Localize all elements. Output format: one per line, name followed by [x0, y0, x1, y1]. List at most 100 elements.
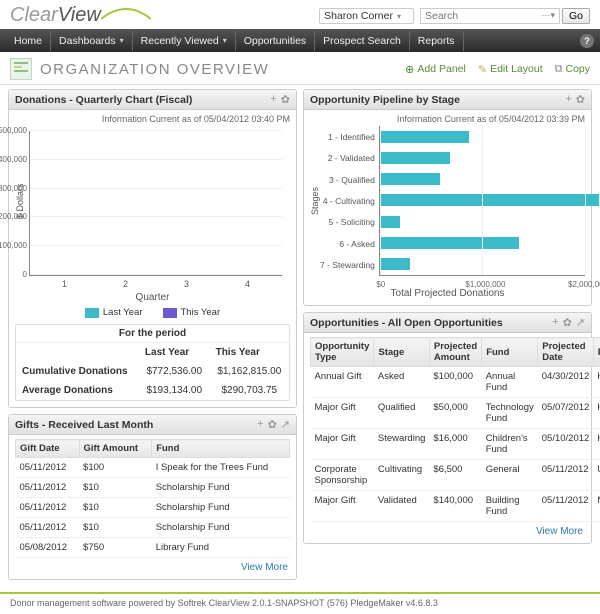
- dashboard: Donations - Quarterly Chart (Fiscal) +✿ …: [0, 85, 600, 584]
- nav-home[interactable]: Home: [6, 31, 51, 51]
- col-stage[interactable]: Stage: [374, 338, 430, 367]
- donations-chart: $ Dollars 0100,000200,000300,000400,0005…: [15, 126, 290, 276]
- nav-dashboards[interactable]: Dashboards▾: [51, 31, 133, 51]
- gear-icon[interactable]: ✿: [576, 93, 585, 106]
- brand-part-2: View: [58, 4, 101, 27]
- footer-rule: [0, 592, 600, 594]
- table-row: Last YearThis Year: [16, 343, 289, 362]
- panel-open-opportunities: Opportunities - All Open Opportunities +…: [303, 312, 592, 544]
- search-box[interactable]: ⋯▾: [420, 8, 560, 24]
- chart-plot: 0100,000200,000300,000400,000500,0001234: [29, 131, 282, 276]
- chevron-down-icon: ▾: [120, 36, 124, 45]
- col-fund[interactable]: Fund: [152, 440, 290, 458]
- info-current: Information Current as of 05/04/2012 03:…: [310, 114, 585, 124]
- pencil-icon: ✎: [478, 63, 487, 76]
- legend-last-year: Last Year: [85, 307, 143, 318]
- panel-pipeline: Opportunity Pipeline by Stage + ✿ Informa…: [303, 89, 592, 306]
- summary-period: For the period: [16, 325, 289, 343]
- help-icon[interactable]: ?: [580, 34, 594, 48]
- col-amount[interactable]: Projected Amount: [429, 338, 481, 367]
- nav-opportunities[interactable]: Opportunities: [236, 31, 315, 51]
- table-row[interactable]: 05/08/2012$750Library Fund: [16, 538, 290, 558]
- chevron-down-icon: ▾: [223, 36, 227, 45]
- header-controls: Sharon Corner ⋯▾ Go: [319, 8, 590, 24]
- table-row[interactable]: Major GiftQualified$50,000Technology Fun…: [311, 398, 600, 429]
- left-column: Donations - Quarterly Chart (Fiscal) +✿ …: [8, 89, 297, 580]
- panel-title: Opportunity Pipeline by Stage: [310, 94, 565, 106]
- col-fund[interactable]: Fund: [482, 338, 538, 367]
- panel-title: Donations - Quarterly Chart (Fiscal): [15, 94, 270, 106]
- page-title-bar: ORGANIZATION OVERVIEW ⊕Add Panel ✎Edit L…: [0, 52, 600, 85]
- go-button[interactable]: Go: [562, 8, 590, 24]
- add-icon[interactable]: +: [552, 316, 558, 329]
- table-row[interactable]: 05/11/2012$10Scholarship Fund: [16, 478, 290, 498]
- panel-title: Gifts - Received Last Month: [15, 419, 257, 431]
- edit-layout-button[interactable]: ✎Edit Layout: [478, 63, 543, 76]
- main-nav: Home Dashboards▾ Recently Viewed▾ Opport…: [0, 29, 600, 52]
- add-icon[interactable]: +: [270, 93, 276, 106]
- gear-icon[interactable]: ✿: [281, 93, 290, 106]
- y-axis-label: $ Dollars: [15, 126, 25, 276]
- arrow-icon[interactable]: ↗: [576, 316, 585, 329]
- overview-icon: [10, 58, 32, 80]
- panel-header: Opportunities - All Open Opportunities +…: [304, 313, 591, 333]
- view-more-link[interactable]: View More: [310, 522, 585, 537]
- table-row[interactable]: Corporate SponsorshipCultivating$6,500Ge…: [311, 460, 600, 491]
- col-gift-date[interactable]: Gift Date: [16, 440, 80, 458]
- table-row[interactable]: 05/11/2012$10Scholarship Fund: [16, 498, 290, 518]
- brand-logo: ClearView: [10, 4, 151, 27]
- page-title: ORGANIZATION OVERVIEW: [40, 61, 269, 78]
- user-name: Sharon Corner: [324, 10, 393, 22]
- table-row[interactable]: Major GiftValidated$140,000Building Fund…: [311, 491, 600, 522]
- add-icon[interactable]: +: [257, 418, 263, 431]
- search-wrap: ⋯▾ Go: [420, 8, 590, 24]
- y-axis-label: Stages: [310, 187, 320, 215]
- panel-header: Gifts - Received Last Month + ✿ ↗: [9, 415, 296, 435]
- panel-header: Donations - Quarterly Chart (Fiscal) + ✿: [9, 90, 296, 110]
- table-row[interactable]: Annual GiftAsked$100,000Annual Fund04/30…: [311, 367, 600, 398]
- col-gift-amount[interactable]: Gift Amount: [79, 440, 152, 458]
- plus-icon: ⊕: [405, 63, 414, 76]
- x-axis-label: Total Projected Donations: [310, 288, 585, 299]
- view-more-link[interactable]: View More: [15, 558, 290, 573]
- donations-summary-table: For the period Last YearThis Year Cumula…: [15, 324, 290, 401]
- open-opportunities-table: Opportunity Type Stage Projected Amount …: [310, 337, 600, 522]
- chart-legend: Last Year This Year: [15, 307, 290, 318]
- nav-recently-viewed[interactable]: Recently Viewed▾: [133, 31, 236, 51]
- search-options-icon[interactable]: ⋯▾: [541, 10, 555, 21]
- gifts-table: Gift Date Gift Amount Fund 05/11/2012$10…: [15, 439, 290, 558]
- user-dropdown[interactable]: Sharon Corner: [319, 8, 414, 24]
- table-row[interactable]: 05/11/2012$100I Speak for the Trees Fund: [16, 458, 290, 478]
- brand-part-1: Clear: [10, 4, 58, 27]
- chart-plot: $0$1,000,000$2,000,000: [379, 126, 585, 276]
- col-priority[interactable]: Priority: [593, 338, 600, 367]
- add-icon[interactable]: +: [565, 93, 571, 106]
- panel-header: Opportunity Pipeline by Stage + ✿: [304, 90, 591, 110]
- pipeline-categories: 1 - Identified2 - Validated3 - Qualified…: [320, 126, 379, 276]
- add-panel-button[interactable]: ⊕Add Panel: [405, 63, 466, 76]
- page-actions: ⊕Add Panel ✎Edit Layout ⧉Copy: [405, 63, 590, 76]
- panel-gifts: Gifts - Received Last Month + ✿ ↗ Gift Dat…: [8, 414, 297, 580]
- x-axis-label: Quarter: [15, 292, 290, 303]
- copy-icon: ⧉: [555, 63, 563, 76]
- table-row[interactable]: 05/11/2012$10Scholarship Fund: [16, 518, 290, 538]
- logo-swoosh-icon: [101, 5, 151, 21]
- legend-this-year: This Year: [163, 307, 221, 318]
- panel-title: Opportunities - All Open Opportunities: [310, 317, 552, 329]
- col-type[interactable]: Opportunity Type: [311, 338, 374, 367]
- arrow-icon[interactable]: ↗: [281, 418, 290, 431]
- pipeline-chart: Stages 1 - Identified2 - Validated3 - Qu…: [310, 126, 585, 276]
- footer-text: Donor management software powered by Sof…: [0, 596, 600, 614]
- nav-prospect-search[interactable]: Prospect Search: [315, 31, 410, 51]
- col-date[interactable]: Projected Date: [538, 338, 594, 367]
- copy-button[interactable]: ⧉Copy: [555, 63, 590, 76]
- panel-donations: Donations - Quarterly Chart (Fiscal) +✿ …: [8, 89, 297, 408]
- table-row: Average Donations$193,134.00$290,703.75: [16, 381, 289, 400]
- table-row: Cumulative Donations$772,536.00$1,162,81…: [16, 362, 289, 381]
- nav-reports[interactable]: Reports: [410, 31, 464, 51]
- table-row[interactable]: Major GiftStewarding$16,000Children's Fu…: [311, 429, 600, 460]
- gear-icon[interactable]: ✿: [563, 316, 572, 329]
- gear-icon[interactable]: ✿: [268, 418, 277, 431]
- search-input[interactable]: [425, 10, 525, 22]
- right-column: Opportunity Pipeline by Stage + ✿ Informa…: [303, 89, 592, 580]
